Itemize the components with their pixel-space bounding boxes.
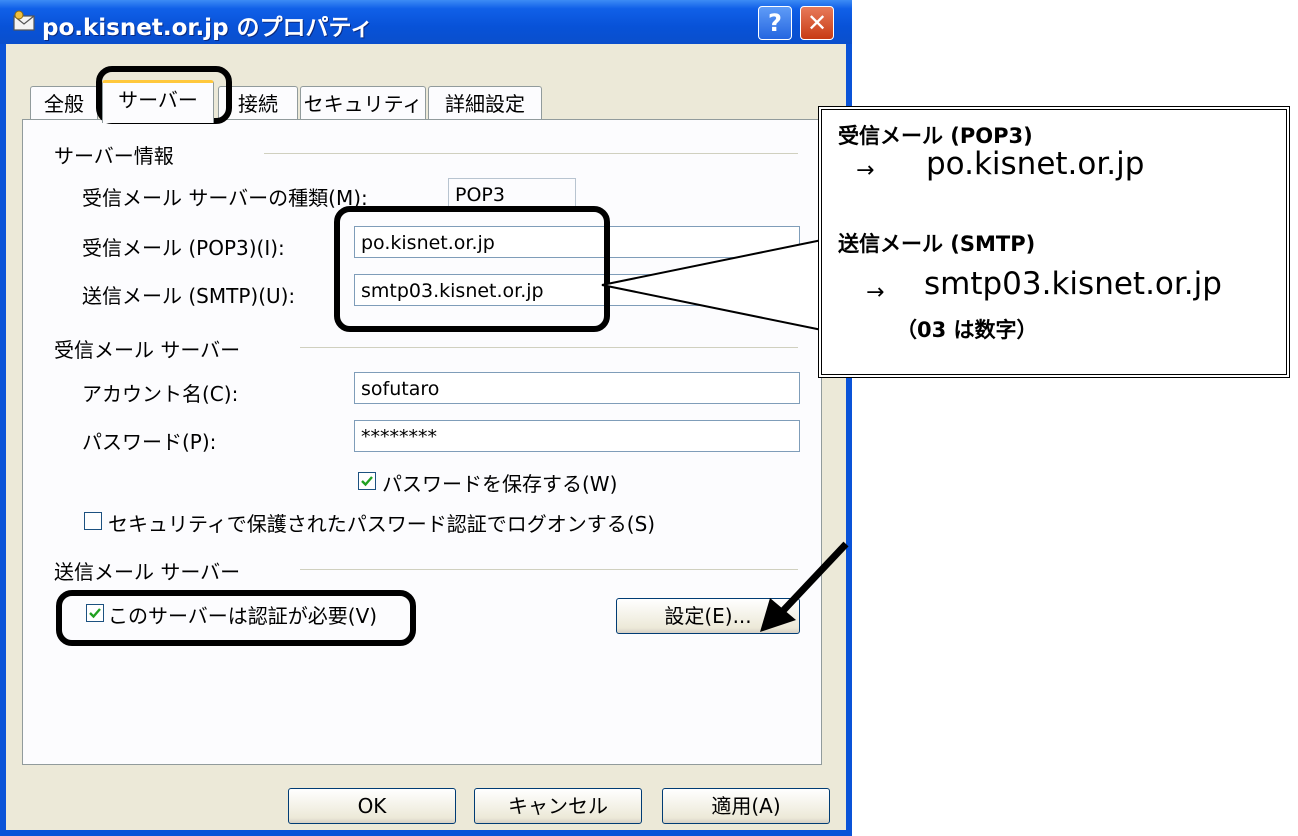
settings-arrow-icon — [760, 541, 849, 632]
callout-outgoing-value: smtp03.kisnet.or.jp — [924, 266, 1222, 302]
callout-incoming-arrow: → — [856, 158, 875, 183]
callout-incoming-value: po.kisnet.or.jp — [926, 146, 1145, 182]
callout-pointer — [601, 238, 823, 332]
callout-outgoing-arrow: → — [866, 280, 885, 305]
callout-outgoing-note: （03 は数字） — [896, 318, 1038, 342]
callout-outgoing-heading: 送信メール (SMTP) — [838, 232, 1036, 256]
tab-server[interactable]: サーバー — [102, 80, 214, 123]
